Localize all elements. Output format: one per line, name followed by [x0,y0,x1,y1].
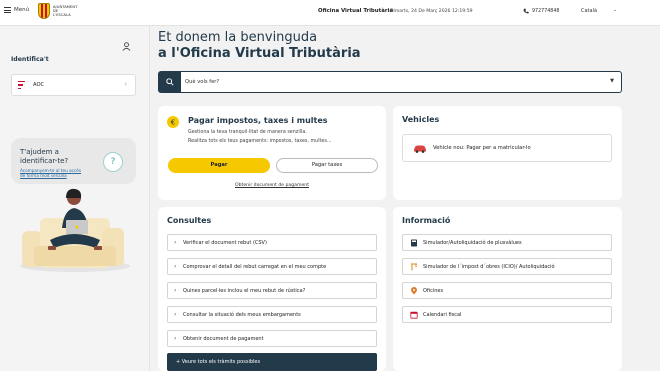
phone-number: 972774848 [532,8,560,14]
query-item-label: Obtenir document de pagament [183,336,264,342]
query-item-label: Quines parcel·les inclou el meu rebut de… [183,288,306,294]
user-icon[interactable] [122,42,131,53]
information-title: Informació [402,216,451,225]
person-with-laptop-illustration [20,188,130,272]
search-bar[interactable]: Què vols fer? ▼ [158,71,622,93]
chevron-right-icon: › [174,287,177,294]
info-item-label: Calendari fiscal [423,312,462,318]
identify-title: Identifica't [11,56,49,63]
language-select[interactable]: Català [581,8,597,14]
welcome-heading-line2: a l'Oficina Virtual Tributària [158,46,361,61]
vehicles-card: Vehicles Vehicle nou: Pagar per a matric… [393,106,622,200]
chevron-down-icon[interactable]: ⌄ [613,7,617,13]
phone-contact[interactable]: 972774848 [523,8,559,14]
new-vehicle-label: Vehicle nou: Pagar per a matricular-lo [433,145,531,151]
sidebar: Identifica't AOC › T'ajudem a identifica… [0,26,150,371]
info-item-label: Simulador de l´impost d´obres (ICIO)/ Au… [423,264,555,270]
logo-text: AJUNTAMENT DE L'ESCALA [53,4,78,18]
welcome-heading-line1: Et donem la benvinguda [158,30,318,45]
pay-taxes-description: Gestiona la teva tranquil·litat de maner… [188,130,307,135]
car-icon [414,145,426,153]
new-vehicle-item[interactable]: Vehicle nou: Pagar per a matricular-lo [402,134,612,162]
municipality-logo[interactable]: AJUNTAMENT DE L'ESCALA [38,3,77,19]
pay-taxes-description-2: Realitza tots els teus pagaments: impost… [188,139,332,144]
coat-of-arms-icon [38,3,50,19]
menu-button[interactable]: Menú [4,7,29,13]
pay-fees-button[interactable]: Pagar taxes [276,158,378,173]
chevron-right-icon: › [174,311,177,318]
pay-button[interactable]: Pagar [168,158,270,173]
query-item-label: Verificar el document rebut (CSV) [183,240,267,246]
info-item-plusvalues[interactable]: Simulador/Autoliquidació de plusvàlues [402,234,612,251]
query-item-label: Consultar la situació dels meus embargam… [183,312,301,318]
crane-icon [411,263,417,271]
info-item-icio[interactable]: Simulador de l´impost d´obres (ICIO)/ Au… [402,258,612,275]
view-all-procedures-button[interactable]: + Veure tots els tràmits possibles [167,353,377,371]
svg-text:€: € [171,119,175,127]
information-card: Informació Simulador/Autoliquidació de p… [393,207,622,371]
info-item-calendar[interactable]: Calendari fiscal [402,306,612,323]
query-item-label: Comprovar el detall del rebut carregat e… [183,264,327,270]
pay-taxes-title: Pagar impostos, taxes i multes [188,116,328,125]
query-item[interactable]: › Verificar el document rebut (CSV) [167,234,377,251]
help-title: T'ajudem a identificar-te? [20,148,69,165]
search-icon [166,78,174,86]
euro-icon: € [167,116,179,128]
query-item[interactable]: › Consultar la situació dels meus embarg… [167,306,377,323]
question-icon[interactable]: ? [103,152,123,172]
payment-document-link[interactable]: Obtenir document de pagament [158,183,386,188]
queries-card: Consultes › Verificar el document rebut … [158,207,386,371]
query-item[interactable]: › Quines parcel·les inclou el meu rebut … [167,282,377,299]
pay-taxes-card: € Pagar impostos, taxes i multes Gestion… [158,106,386,200]
caret-down-icon[interactable]: ▼ [610,78,614,84]
aoc-icon [18,80,25,90]
chevron-right-icon: › [174,239,177,246]
chevron-right-icon: › [124,81,127,88]
info-item-label: Simulador/Autoliquidació de plusvàlues [423,240,522,246]
queries-title: Consultes [167,216,212,225]
query-item[interactable]: › Comprovar el detall del rebut carregat… [167,258,377,275]
office-title: Oficina Virtual Tributària [318,8,393,14]
current-datetime: Dimarts, 24 De Març 2026 12:19:59 [390,8,473,14]
location-pin-icon [411,287,417,295]
calculator-icon [411,239,417,247]
chevron-right-icon: › [174,335,177,342]
info-item-label: Oficines [423,288,444,294]
view-all-label: + Veure tots els tràmits possibles [176,358,261,365]
search-input[interactable]: Què vols fer? [185,79,219,85]
search-button[interactable] [159,72,181,92]
chevron-right-icon: › [174,263,177,270]
phone-icon [523,8,529,14]
info-item-offices[interactable]: Oficines [402,282,612,299]
hamburger-icon [4,7,11,13]
query-item[interactable]: › Obtenir document de pagament [167,330,377,347]
aoc-label: AOC [33,82,45,88]
top-bar: Menú AJUNTAMENT DE L'ESCALA Oficina Virt… [0,0,660,26]
aoc-login-button[interactable]: AOC › [11,74,136,96]
calendar-icon [410,311,418,319]
vehicles-title: Vehicles [402,115,440,124]
menu-label: Menú [14,7,30,13]
